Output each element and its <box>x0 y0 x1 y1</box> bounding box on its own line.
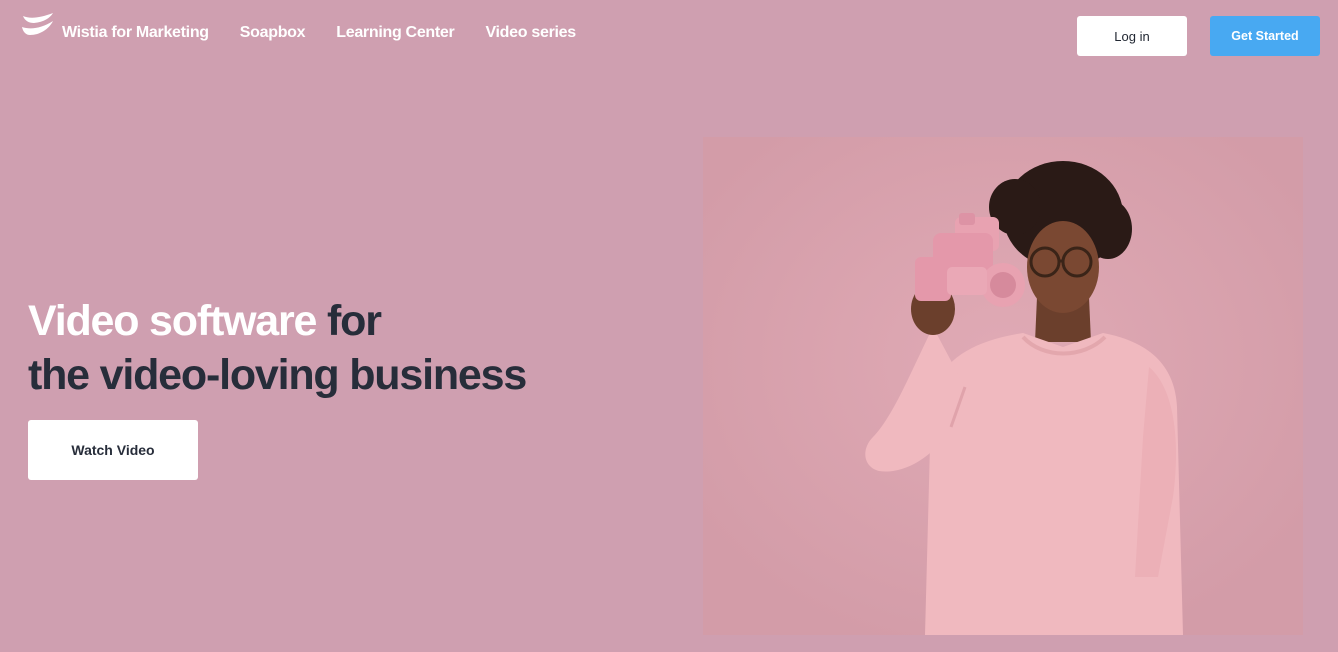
get-started-button[interactable]: Get Started <box>1210 16 1320 56</box>
headline-line-2: the video-loving business <box>28 351 527 399</box>
nav-link-soapbox[interactable]: Soapbox <box>240 24 306 42</box>
nav-link-video-series[interactable]: Video series <box>485 24 576 42</box>
hero-headline: Video software for the video-loving busin… <box>28 294 527 402</box>
wistia-logo-icon[interactable] <box>22 13 54 39</box>
main-nav: Wistia for Marketing Soapbox Learning Ce… <box>62 24 607 42</box>
headline-rest: for <box>316 297 382 345</box>
hero-video-player[interactable] <box>703 137 1303 635</box>
top-navigation-bar: Wistia for Marketing Soapbox Learning Ce… <box>0 0 1338 70</box>
login-button[interactable]: Log in <box>1077 16 1187 56</box>
nav-link-wistia-for-marketing[interactable]: Wistia for Marketing <box>62 24 209 42</box>
headline-highlight: Video software <box>28 297 317 345</box>
hero-video-frame <box>703 137 1303 635</box>
nav-link-learning-center[interactable]: Learning Center <box>336 24 455 42</box>
watch-video-button[interactable]: Watch Video <box>28 420 198 480</box>
